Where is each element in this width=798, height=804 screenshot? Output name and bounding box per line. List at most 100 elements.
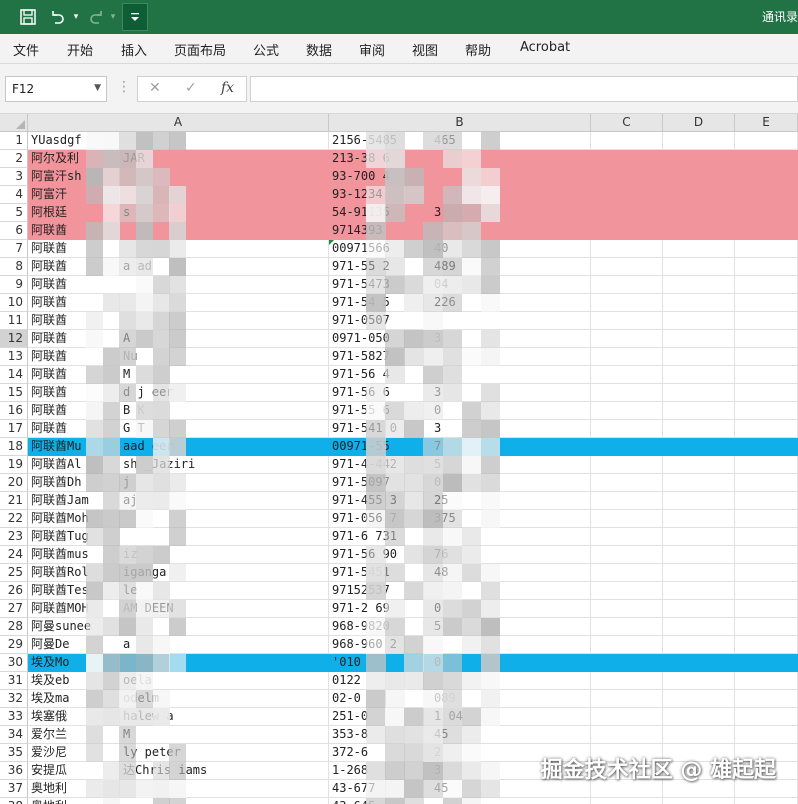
cell-b[interactable]: 971-5097 0 (329, 474, 591, 492)
cell-b[interactable]: 54-91135 3 (329, 204, 591, 222)
cell-e[interactable] (735, 240, 798, 258)
row-header[interactable]: 25 (0, 564, 28, 582)
row-header[interactable]: 24 (0, 546, 28, 564)
cell-d[interactable] (663, 528, 735, 546)
cell-c[interactable] (591, 672, 663, 690)
cell-e[interactable] (735, 222, 798, 240)
cell-c[interactable] (591, 420, 663, 438)
cell-b[interactable]: 2156-5485 465 (329, 132, 591, 150)
cell-a[interactable]: 阿联酋MOH AM DEEN (28, 600, 329, 618)
cell-b[interactable]: 968-960 2 (329, 636, 591, 654)
cell-a[interactable]: 阿联酋Moh (28, 510, 329, 528)
cell-d[interactable] (663, 420, 735, 438)
cell-b[interactable]: 02-0 089 (329, 690, 591, 708)
row-header[interactable]: 10 (0, 294, 28, 312)
cell-d[interactable] (663, 564, 735, 582)
cell-c[interactable] (591, 168, 663, 186)
row-header[interactable]: 14 (0, 366, 28, 384)
cell-d[interactable] (663, 150, 735, 168)
cell-b[interactable]: 971-55 2 489 (329, 258, 591, 276)
cell-e[interactable] (735, 348, 798, 366)
cell-c[interactable] (591, 276, 663, 294)
cell-b[interactable]: 43-645 (329, 798, 591, 804)
cell-c[interactable] (591, 654, 663, 672)
row-header[interactable]: 23 (0, 528, 28, 546)
cell-c[interactable] (591, 690, 663, 708)
cell-c[interactable] (591, 312, 663, 330)
row-header[interactable]: 17 (0, 420, 28, 438)
cell-e[interactable] (735, 582, 798, 600)
cell-a[interactable]: 爱尔兰 M (28, 726, 329, 744)
cell-e[interactable] (735, 690, 798, 708)
cell-e[interactable] (735, 150, 798, 168)
row-header[interactable]: 12 (0, 330, 28, 348)
tab-data[interactable]: 数据 (306, 40, 332, 59)
column-header-d[interactable]: D (663, 114, 735, 132)
formula-bar-grip-icon[interactable]: ⋮ (117, 79, 131, 95)
column-header-a[interactable]: A (28, 114, 329, 132)
row-header[interactable]: 16 (0, 402, 28, 420)
cell-c[interactable] (591, 510, 663, 528)
cell-d[interactable] (663, 654, 735, 672)
cell-a[interactable]: 阿富汗sh (28, 168, 329, 186)
tab-acrobat[interactable]: Acrobat (520, 40, 570, 55)
cell-c[interactable] (591, 402, 663, 420)
cell-a[interactable]: 阿联酋 (28, 276, 329, 294)
cell-d[interactable] (663, 258, 735, 276)
cell-e[interactable] (735, 492, 798, 510)
row-header[interactable]: 7 (0, 240, 28, 258)
undo-icon[interactable] (46, 4, 68, 30)
cell-c[interactable] (591, 582, 663, 600)
row-header[interactable]: 33 (0, 708, 28, 726)
cell-d[interactable] (663, 186, 735, 204)
cell-e[interactable] (735, 636, 798, 654)
cell-e[interactable] (735, 618, 798, 636)
row-header[interactable]: 30 (0, 654, 28, 672)
row-header[interactable]: 2 (0, 150, 28, 168)
cell-b[interactable]: 971-5827 (329, 348, 591, 366)
cell-a[interactable]: 阿联酋 Nu (28, 348, 329, 366)
row-header[interactable]: 29 (0, 636, 28, 654)
cell-b[interactable]: 968-9820 5 (329, 618, 591, 636)
cell-e[interactable] (735, 600, 798, 618)
cell-c[interactable] (591, 384, 663, 402)
row-header[interactable]: 34 (0, 726, 28, 744)
cell-a[interactable]: 阿联酋 d j eer (28, 384, 329, 402)
column-header-b[interactable]: B (329, 114, 591, 132)
cell-d[interactable] (663, 492, 735, 510)
row-header[interactable]: 19 (0, 456, 28, 474)
row-header[interactable]: 5 (0, 204, 28, 222)
cell-b[interactable]: 93-700 4 (329, 168, 591, 186)
cell-a[interactable]: 奥地利 (28, 798, 329, 804)
cell-b[interactable]: 0122 (329, 672, 591, 690)
cancel-icon[interactable]: ✕ (149, 80, 161, 96)
cell-c[interactable] (591, 474, 663, 492)
tab-help[interactable]: 帮助 (465, 40, 491, 59)
cell-e[interactable] (735, 726, 798, 744)
cell-a[interactable]: 奥地利 (28, 780, 329, 798)
cell-e[interactable] (735, 132, 798, 150)
cell-c[interactable] (591, 546, 663, 564)
cell-a[interactable]: 埃及eb oela (28, 672, 329, 690)
cell-a[interactable]: 阿富汗 (28, 186, 329, 204)
enter-icon[interactable]: ✓ (185, 80, 197, 96)
cell-e[interactable] (735, 402, 798, 420)
cell-c[interactable] (591, 204, 663, 222)
cell-d[interactable] (663, 438, 735, 456)
tab-file[interactable]: 文件 (13, 40, 39, 59)
cell-b[interactable]: 971-5451 48 (329, 564, 591, 582)
cell-b[interactable]: 971-54 5 226 (329, 294, 591, 312)
cell-a[interactable]: 阿联酋Al sh _Jaziri (28, 456, 329, 474)
cell-e[interactable] (735, 528, 798, 546)
cell-b[interactable]: 971-056 7 375 (329, 510, 591, 528)
cell-c[interactable] (591, 330, 663, 348)
cell-a[interactable]: 阿曼sunee (28, 618, 329, 636)
cell-e[interactable] (735, 474, 798, 492)
cell-d[interactable] (663, 582, 735, 600)
cell-d[interactable] (663, 222, 735, 240)
name-box-chevron-down-icon[interactable]: ▼ (94, 83, 101, 93)
cell-a[interactable]: 阿联酋 M (28, 366, 329, 384)
row-header[interactable]: 11 (0, 312, 28, 330)
row-header[interactable]: 28 (0, 618, 28, 636)
cell-e[interactable] (735, 708, 798, 726)
